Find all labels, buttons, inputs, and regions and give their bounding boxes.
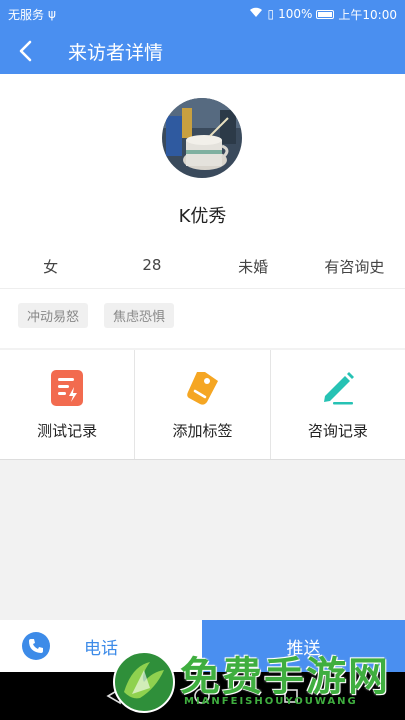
avatar[interactable] <box>162 98 242 178</box>
usb-icon: ψ <box>48 7 56 21</box>
tag-chip: 焦虑恐惧 <box>104 303 175 328</box>
status-right: ▯ 100% 上午10:00 <box>249 6 397 23</box>
status-left: 无服务 ψ <box>8 6 56 23</box>
consult-record-label: 咨询记录 <box>307 422 368 440</box>
gender-text: 女 <box>43 258 59 276</box>
nav-back-button[interactable] <box>99 681 129 711</box>
wifi-icon <box>249 7 263 21</box>
tag-chip: 冲动易怒 <box>18 303 89 328</box>
title-bar: 来访者详情 <box>0 28 405 74</box>
call-label: 电话 <box>84 638 118 659</box>
circle-home-icon <box>194 688 211 704</box>
chevron-left-icon <box>19 40 32 62</box>
call-button[interactable]: 电话 <box>0 620 202 672</box>
marital-status-text: 未婚 <box>238 258 269 276</box>
back-button[interactable] <box>0 28 50 74</box>
battery-icon <box>316 9 335 19</box>
sim-icon: ▯ <box>267 7 275 21</box>
consult-record-button[interactable]: 咨询记录 <box>271 350 405 459</box>
nav-home-button[interactable] <box>187 681 217 711</box>
visitor-meta-row: 女 28 未婚 有咨询史 <box>0 256 405 277</box>
test-record-icon <box>47 368 87 408</box>
carrier-text: 无服务 <box>8 7 45 22</box>
push-button[interactable]: 推送 <box>202 620 405 672</box>
test-record-button[interactable]: 测试记录 <box>0 350 136 459</box>
page-title: 来访者详情 <box>68 41 164 64</box>
add-tag-label: 添加标签 <box>172 422 233 440</box>
profile-card: K优秀 女 28 未婚 有咨询史 冲动易怒 焦虑恐惧 <box>0 74 405 348</box>
triangle-back-icon <box>106 687 121 705</box>
age-text: 28 <box>142 256 162 274</box>
tag-icon <box>182 368 222 408</box>
status-bar: 无服务 ψ ▯ 100% 上午10:00 <box>0 0 405 28</box>
visitor-name: K优秀 <box>178 206 227 227</box>
system-nav-bar <box>0 672 405 720</box>
add-tag-button[interactable]: 添加标签 <box>135 350 271 459</box>
consult-history-text: 有咨询史 <box>324 258 385 276</box>
square-recents-icon <box>284 689 298 703</box>
test-record-label: 测试记录 <box>37 422 98 440</box>
edit-pen-icon <box>318 368 358 408</box>
battery-percent: 100% <box>278 7 313 21</box>
clock-text: 上午10:00 <box>338 7 397 22</box>
bottom-bar: 电话 推送 <box>0 620 405 672</box>
nav-recents-button[interactable] <box>276 681 306 711</box>
action-grid: 测试记录 添加标签 咨询记录 <box>0 350 405 460</box>
tag-list: 冲动易怒 焦虑恐惧 <box>18 303 175 328</box>
divider <box>0 288 405 289</box>
